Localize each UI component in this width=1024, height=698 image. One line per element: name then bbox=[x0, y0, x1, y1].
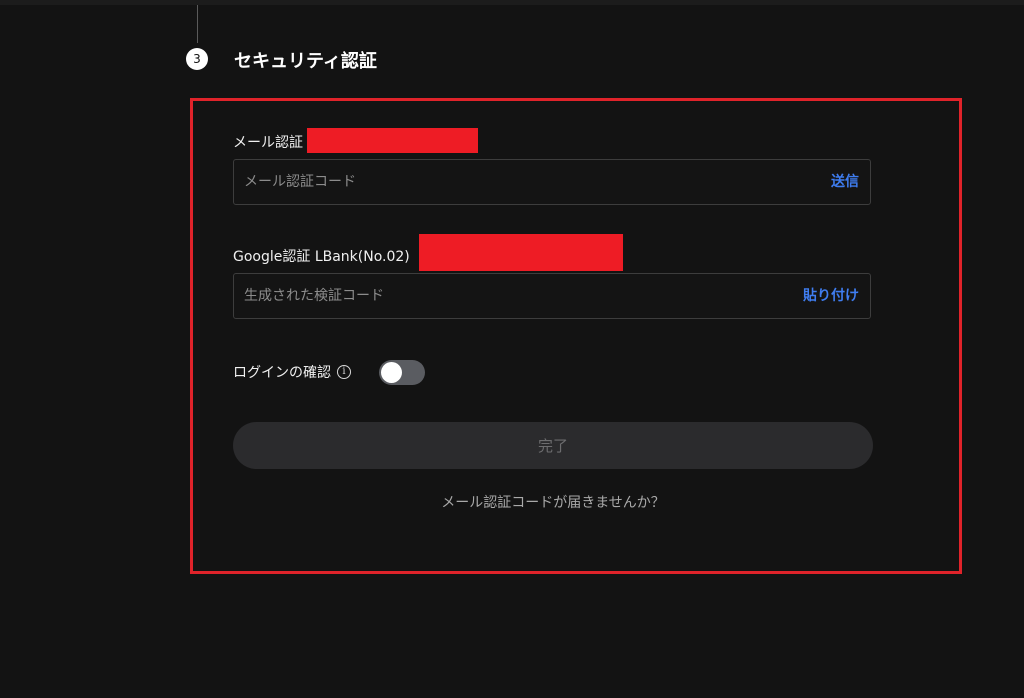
email-code-input[interactable] bbox=[244, 160, 784, 204]
email-code-field: 送信 bbox=[233, 159, 871, 205]
google-verification-label: Google認証 LBank(No.02) bbox=[233, 249, 410, 265]
google-redaction bbox=[419, 234, 623, 271]
email-not-received-link[interactable]: メール認証コードが届きませんか？ bbox=[233, 492, 873, 512]
google-code-field: 貼り付け bbox=[233, 273, 871, 319]
login-confirm-toggle[interactable] bbox=[379, 360, 425, 385]
info-icon[interactable]: i bbox=[337, 365, 351, 379]
step-connector-line bbox=[197, 5, 198, 43]
send-code-button[interactable]: 送信 bbox=[831, 160, 859, 204]
login-confirm-row: ログインの確認 i bbox=[233, 360, 351, 384]
email-verification-label: メール認証 bbox=[233, 135, 303, 151]
security-verification-page: 3 セキュリティ認証 メール認証 送信 Google認証 LBank(No.02… bbox=[0, 0, 1024, 698]
top-divider bbox=[0, 0, 1024, 5]
login-confirm-label: ログインの確認 bbox=[233, 365, 331, 381]
paste-button[interactable]: 貼り付け bbox=[803, 274, 859, 318]
step-number-badge: 3 bbox=[186, 48, 208, 70]
email-redaction bbox=[307, 128, 478, 153]
step-title: セキュリティ認証 bbox=[234, 51, 377, 72]
complete-button[interactable]: 完了 bbox=[233, 422, 873, 469]
google-code-input[interactable] bbox=[244, 274, 784, 318]
toggle-knob bbox=[381, 362, 402, 383]
